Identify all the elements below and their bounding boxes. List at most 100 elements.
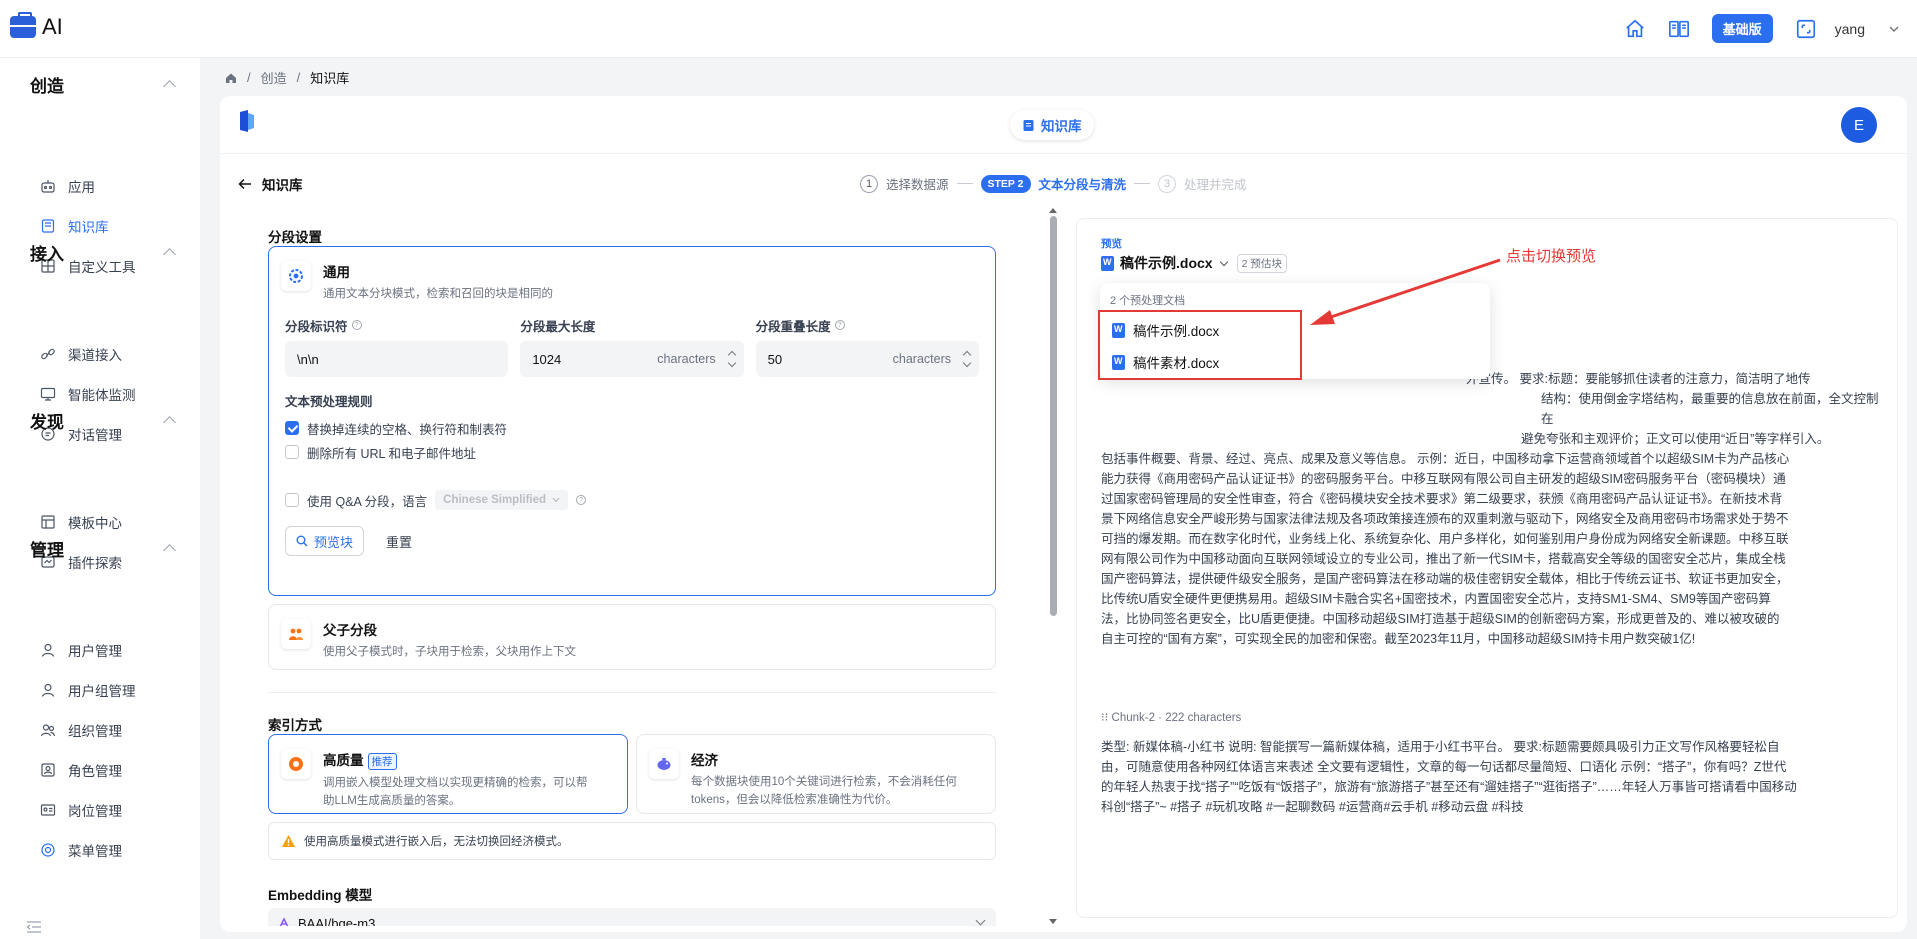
sidebar-item-label: 自定义工具 [68,260,136,275]
overlap-field: 分段重叠长度? 50 characters [755,315,979,377]
avatar[interactable]: E [1841,107,1877,143]
sidebar-item-monitor[interactable]: 智能体监测 [40,384,136,404]
sidebar-item-label: 用户组管理 [68,684,136,699]
book-open-icon[interactable] [1668,18,1690,40]
reset-button[interactable]: 重置 [376,526,422,556]
help-icon[interactable]: ? [576,495,587,505]
chevron-up-icon[interactable] [163,80,176,93]
step-1-label: 选择数据源 [886,178,949,192]
high-quality-title: 高质量 [323,753,364,768]
home-icon[interactable] [1624,18,1646,40]
briefcase-icon [10,12,36,38]
annotation-arrow [1310,258,1501,325]
menu-gear-icon [41,843,55,857]
arrow-left-icon [238,178,251,190]
checkbox[interactable] [285,445,299,459]
parent-child-mode-card[interactable]: 父子分段 使用父子模式时，子块用于检索，父块用作上下文 [268,604,996,670]
sidebar-item-knowledge[interactable]: 知识库 [40,216,109,236]
top-bar: AI 基础版 yang [0,0,1917,58]
general-mode-card[interactable]: 通用 通用文本分块模式，检索和召回的块是相同的 分段标识符? \n\n 分段最大… [268,246,996,596]
segment-section-label: 分段设置 [268,230,322,245]
rule-replace-spaces[interactable]: 替换掉连续的空格、换行符和制表符 [269,416,995,440]
number-stepper[interactable] [963,350,971,368]
link-icon [41,348,55,360]
back-button[interactable]: 知识库 [238,174,303,194]
help-icon[interactable]: ? [351,320,362,330]
sidebar-item-label: 模板中心 [68,516,122,531]
high-quality-desc-2: 助LLM生成高质量的答案。 [323,795,461,807]
chunk-1-text: 外宣传。 要求:标题：要能够抓住读者的注意力，简洁明了地传 结构：使用倒金字塔结… [1101,372,1879,646]
app-logo[interactable]: AI [10,12,63,40]
chevron-down-icon[interactable] [1887,22,1901,36]
home-icon[interactable] [225,72,237,84]
breadcrumb-create[interactable]: 创造 [261,68,287,87]
high-quality-card[interactable]: 高质量 推荐 调用嵌入模型处理文档以实现更精确的检索，可以帮 助LLM生成高质量的… [268,734,628,814]
qa-segment-row[interactable]: 使用 Q&A 分段，语言 Chinese Simplified ? [269,488,995,512]
sidebar-item-label: 渠道接入 [68,348,122,363]
sidebar-item-org[interactable]: 组织管理 [40,720,122,740]
sidebar-item-posts[interactable]: 岗位管理 [40,800,122,820]
step-2-badge: STEP 2 [980,174,1031,193]
sidebar-item-label: 对话管理 [68,428,122,443]
parent-child-title: 父子分段 [323,623,377,638]
sidebar-item-channel[interactable]: 渠道接入 [40,344,122,364]
rule-remove-urls[interactable]: 删除所有 URL 和电子邮件地址 [269,440,995,464]
sidebar-section-access[interactable]: 接入 [30,240,64,265]
sidebar-item-user-groups[interactable]: 用户组管理 [40,680,136,700]
divider [268,692,996,693]
word-doc-icon [1101,255,1114,271]
economy-card[interactable]: 经济 每个数据块使用10个关键词进行检索，不会消耗任何 tokens，但会以降低… [636,734,996,814]
collapse-sidebar-icon[interactable] [26,921,42,933]
number-stepper[interactable] [728,350,736,368]
chunk-2-meta: ⁝⁝ Chunk-2 · 222 characters [1101,712,1242,724]
preview-doc-select[interactable]: 稿件示例.docx 2 预估块 [1101,253,1287,273]
scroll-down-arrow[interactable] [1049,919,1057,924]
checkbox-checked[interactable] [285,421,299,435]
delimiter-input[interactable]: \n\n [285,341,509,377]
post-icon [40,804,56,816]
sidebar-item-apps[interactable]: 应用 [40,176,95,196]
chevron-up-icon[interactable] [163,416,176,429]
embedding-label: Embedding 模型 [268,888,373,903]
plan-badge[interactable]: 基础版 [1711,14,1773,43]
sidebar-item-menus[interactable]: 菜单管理 [40,840,122,860]
chevron-down-icon [1219,257,1228,266]
help-icon[interactable]: ? [834,320,845,330]
sidebar-item-label: 岗位管理 [68,804,122,819]
family-icon [281,619,311,649]
chevron-up-icon[interactable] [163,544,176,557]
max-length-input[interactable]: 1024 characters [520,341,744,377]
chevron-up-icon[interactable] [163,248,176,261]
breadcrumb-current: 知识库 [310,71,350,86]
overlap-input[interactable]: 50 characters [755,341,979,377]
sidebar: 创造 应用 知识库 自定义工具 接入 渠道接入 智能体监测 对话管理 发现 模板… [0,58,200,939]
scroll-up-arrow[interactable] [1049,208,1057,213]
sidebar-item-users[interactable]: 用户管理 [40,640,122,660]
scrollbar-thumb[interactable] [1050,216,1057,616]
search-icon [296,535,308,547]
org-icon [40,724,56,737]
max-length-field: 分段最大长度 1024 characters [520,315,744,377]
general-mode-title: 通用 [323,265,350,280]
sidebar-section-discover[interactable]: 发现 [30,408,64,433]
preview-chunks-button[interactable]: 预览块 [285,526,365,556]
book-icon [41,219,55,233]
fullscreen-icon[interactable] [1795,18,1817,40]
embedding-model-select[interactable]: BAAI/bge-m3 [268,908,996,926]
kb-logo-icon [240,110,254,132]
segment-fields: 分段标识符? \n\n 分段最大长度 1024 characters 分段重叠长度… [269,315,995,377]
chunk-count-badge: 2 预估块 [1236,253,1287,273]
sidebar-item-templates[interactable]: 模板中心 [40,512,122,532]
checkbox[interactable] [285,493,299,507]
sidebar-section-create[interactable]: 创造 [30,72,64,97]
segment-settings-panel: 分段设置 通用 通用文本分块模式，检索和召回的块是相同的 分段标识符? \n\n… [268,226,996,926]
sidebar-item-roles[interactable]: 角色管理 [40,760,122,780]
sidebar-item-label: 角色管理 [68,764,122,779]
stepper: 1 选择数据源 STEP 2 文本分段与清洗 3 处理并完成 [860,174,1247,193]
sidebar-section-manage[interactable]: 管理 [30,536,64,561]
chunk-2-text: 类型: 新媒体稿-小红书 说明: 智能撰写一篇新媒体稿，适用于小红书平台。 要求… [1101,740,1797,814]
kb-tab-pill[interactable]: 知识库 [1010,110,1094,140]
username[interactable]: yang [1835,21,1865,37]
recommended-tag: 推荐 [367,753,397,770]
language-select[interactable]: Chinese Simplified [435,490,569,510]
